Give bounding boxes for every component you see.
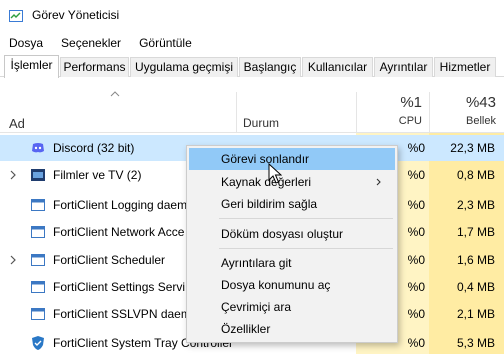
title-bar: Görev Yöneticisi bbox=[0, 0, 504, 32]
column-status[interactable]: Durum bbox=[243, 116, 279, 130]
menu-item-create-dump[interactable]: Döküm dosyası oluştur bbox=[189, 223, 395, 245]
tab-processes[interactable]: İşlemler bbox=[4, 55, 59, 78]
process-memory: 1,7 MB bbox=[456, 225, 495, 239]
process-memory: 0,8 MB bbox=[456, 168, 495, 182]
process-cpu: %0 bbox=[407, 336, 425, 350]
sort-ascending-icon[interactable] bbox=[110, 90, 120, 98]
menu-bar: Dosya Seçenekler Görüntüle bbox=[0, 34, 504, 52]
process-name: FortiClient Network Acce bbox=[53, 225, 185, 239]
menu-item-end-task[interactable]: Görevi sonlandır bbox=[189, 148, 395, 170]
process-cpu: %0 bbox=[407, 168, 425, 182]
column-divider[interactable] bbox=[356, 92, 357, 132]
process-memory: 0,4 MB bbox=[456, 280, 495, 294]
column-name[interactable]: Ad bbox=[9, 116, 25, 131]
process-name: FortiClient Logging daem bbox=[53, 198, 188, 212]
column-cpu[interactable]: CPU bbox=[380, 115, 422, 127]
menu-separator bbox=[219, 248, 393, 249]
process-cpu: %0 bbox=[407, 225, 425, 239]
process-cpu: %0 bbox=[407, 198, 425, 212]
tab-strip: İşlemler Performans Uygulama geçmişi Baş… bbox=[0, 55, 504, 78]
menu-item-properties[interactable]: Özellikler bbox=[189, 318, 395, 340]
menu-item-label: Kaynak değerleri bbox=[221, 175, 312, 189]
cpu-total-percent[interactable]: %1 bbox=[380, 94, 422, 111]
menu-separator bbox=[219, 218, 393, 219]
process-name: FortiClient Scheduler bbox=[53, 253, 166, 267]
column-divider[interactable] bbox=[236, 92, 237, 132]
process-name: FortiClient SSLVPN daem bbox=[53, 307, 191, 321]
process-memory: 1,6 MB bbox=[456, 253, 495, 267]
menu-file[interactable]: Dosya bbox=[0, 34, 52, 52]
menu-item-go-to-details[interactable]: Ayrıntılara git bbox=[189, 252, 395, 274]
process-cpu: %0 bbox=[407, 253, 425, 267]
menu-item-resource-values[interactable]: Kaynak değerleri bbox=[189, 171, 395, 193]
app-window-icon bbox=[31, 281, 45, 293]
menu-item-search-online[interactable]: Çevrimiçi ara bbox=[189, 296, 395, 318]
discord-icon bbox=[32, 143, 44, 153]
column-header: Ad Durum %1 CPU %43 Bellek bbox=[0, 78, 504, 133]
app-window-icon bbox=[31, 226, 45, 238]
process-memory: 2,1 MB bbox=[456, 307, 495, 321]
tab-app-history[interactable]: Uygulama geçmişi bbox=[130, 57, 238, 77]
menu-view[interactable]: Görüntüle bbox=[130, 34, 201, 52]
chevron-right-icon bbox=[376, 178, 381, 186]
process-name: FortiClient Settings Servi bbox=[53, 280, 186, 294]
process-memory: 2,3 MB bbox=[456, 198, 495, 212]
process-memory: 5,3 MB bbox=[456, 336, 495, 350]
mouse-cursor-icon bbox=[268, 163, 282, 184]
expand-chevron-icon[interactable] bbox=[10, 255, 17, 265]
process-cpu: %0 bbox=[407, 307, 425, 321]
window-title: Görev Yöneticisi bbox=[32, 8, 120, 22]
menu-item-open-file-location[interactable]: Dosya konumunu aç bbox=[189, 274, 395, 296]
process-name: Discord (32 bit) bbox=[53, 141, 135, 155]
tab-details[interactable]: Ayrıntılar bbox=[374, 57, 433, 77]
process-cpu: %0 bbox=[407, 141, 425, 155]
tab-startup[interactable]: Başlangıç bbox=[239, 57, 301, 77]
expand-chevron-icon[interactable] bbox=[10, 170, 17, 180]
context-menu: Görevi sonlandır Kaynak değerleri Geri b… bbox=[186, 145, 398, 343]
task-manager-icon bbox=[9, 10, 23, 22]
movies-tv-icon bbox=[31, 169, 45, 181]
app-window-icon bbox=[31, 199, 45, 211]
tab-users[interactable]: Kullanıcılar bbox=[302, 57, 373, 77]
menu-options[interactable]: Seçenekler bbox=[52, 34, 130, 52]
column-divider[interactable] bbox=[429, 92, 430, 132]
app-window-icon bbox=[31, 254, 45, 266]
menu-item-feedback[interactable]: Geri bildirim sağla bbox=[189, 193, 395, 215]
process-name: Filmler ve TV (2) bbox=[53, 168, 142, 182]
process-cpu: %0 bbox=[407, 280, 425, 294]
tab-performance[interactable]: Performans bbox=[60, 57, 129, 77]
column-memory[interactable]: Bellek bbox=[440, 115, 496, 127]
process-memory: 22,3 MB bbox=[450, 141, 495, 155]
memory-total-percent[interactable]: %43 bbox=[440, 94, 496, 111]
shield-icon bbox=[32, 336, 44, 350]
app-window-icon bbox=[31, 308, 45, 320]
tab-services[interactable]: Hizmetler bbox=[434, 57, 496, 77]
